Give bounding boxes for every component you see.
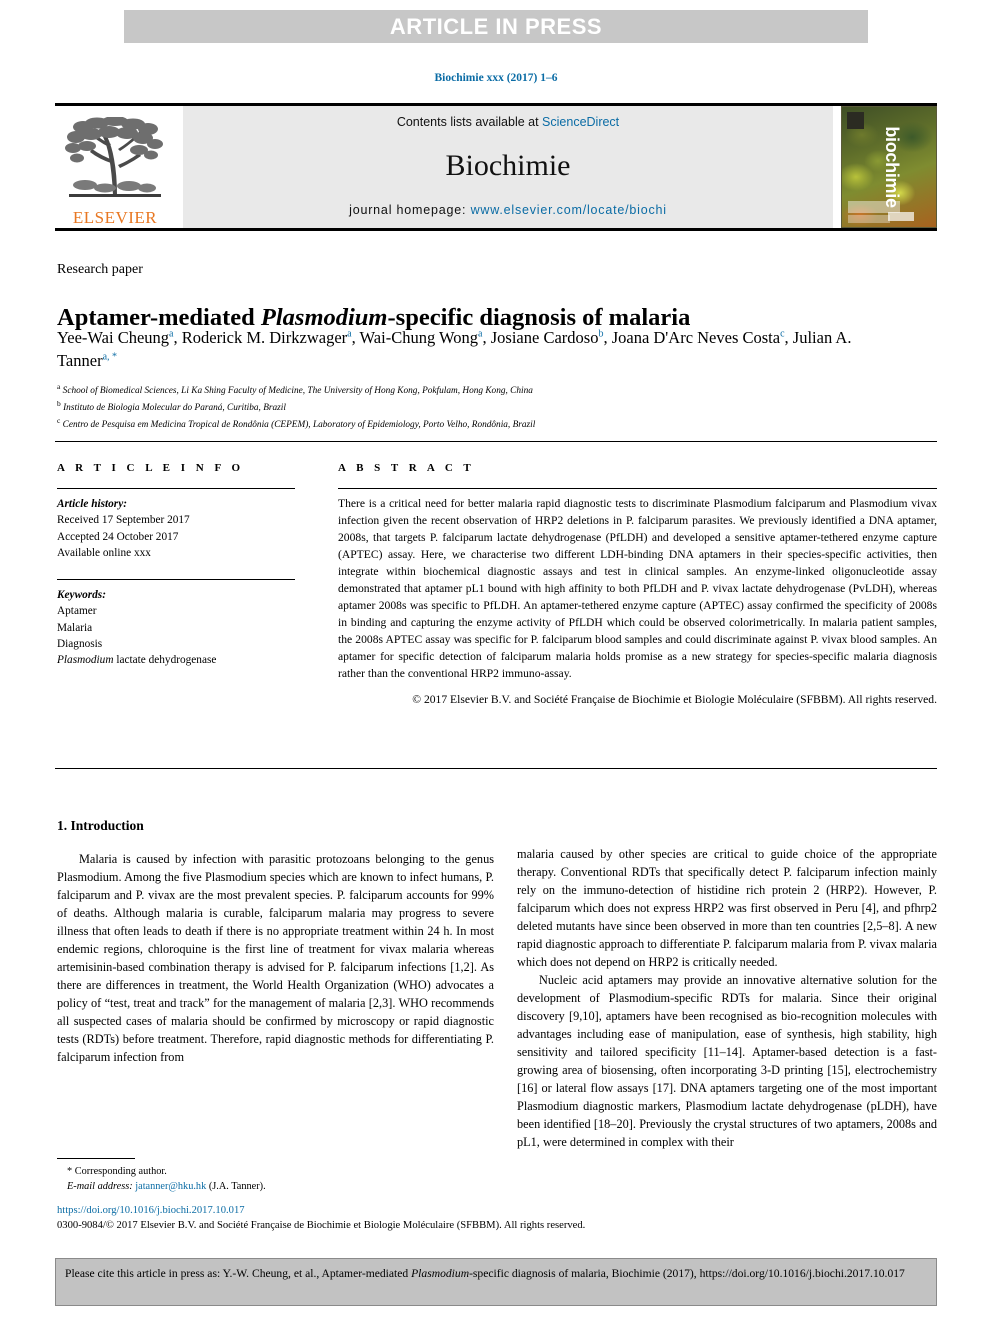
journal-homepage-link[interactable]: www.elsevier.com/locate/biochi: [471, 203, 667, 217]
section-heading-introduction: 1. Introduction: [57, 818, 144, 833]
keyword-rest: lactate dehydrogenase: [113, 654, 217, 667]
abstract-copyright: © 2017 Elsevier B.V. and Société Françai…: [412, 692, 937, 706]
elsevier-wordmark: ELSEVIER: [72, 208, 158, 227]
cite-text: Please cite this article in press as: Y.…: [65, 1266, 927, 1282]
article-history-label: Article history:: [57, 498, 127, 510]
article-info-column: A R T I C L E I N F O Article history: R…: [57, 462, 295, 668]
article-in-press-label: ARTICLE IN PRESS: [389, 13, 603, 39]
footnote-rule: [57, 1158, 135, 1159]
info-band-top-rule: [55, 441, 937, 442]
cover-blurb-line-2: [848, 215, 890, 223]
article-type-label: Research paper: [57, 262, 143, 277]
body-paragraph: Malaria is caused by infection with para…: [57, 852, 494, 1064]
author-email-link[interactable]: jatanner@hku.hk: [135, 1181, 206, 1192]
homepage-prefix: journal homepage:: [349, 203, 471, 217]
body-column-left: 1. Introduction Malaria is caused by inf…: [57, 818, 494, 1066]
affiliation-mark: c: [57, 416, 61, 426]
author-affiliation-mark[interactable]: a, *: [103, 351, 117, 362]
affiliation-item: b Instituto de Biologia Molecular do Par…: [57, 398, 917, 415]
email-label: E-mail address:: [67, 1181, 133, 1193]
article-in-press-banner: ARTICLE IN PRESS: [124, 10, 868, 43]
author-name: Wai-Chung Wong: [359, 328, 479, 347]
abstract-heading: A B S T R A C T: [338, 462, 475, 474]
history-available-online: Available online xxx: [57, 546, 151, 559]
author-sep: ,: [351, 328, 360, 347]
journal-title: Biochimie: [445, 149, 571, 182]
author-sep: ,: [173, 328, 182, 347]
cite-this-article-box: Please cite this article in press as: Y.…: [55, 1258, 937, 1306]
keyword-item: Diagnosis: [57, 637, 103, 650]
body-column-right: malaria caused by other species are crit…: [517, 845, 937, 1151]
author-entry: Yee-Wai Cheunga,: [57, 328, 182, 347]
author-name: Roderick M. Dirkzwager: [181, 328, 348, 347]
body-paragraph: Nucleic acid aptamers may provide an inn…: [517, 973, 937, 1149]
affiliation-mark: a: [57, 382, 61, 391]
article-info-rule: [57, 488, 295, 489]
author-entry: Wai-Chung Wonga,: [360, 328, 491, 347]
cover-publisher-logo-icon: [888, 212, 914, 221]
footer-doi-block: https://doi.org/10.1016/j.biochi.2017.10…: [57, 1203, 757, 1234]
author-sep: ,: [603, 328, 612, 347]
affiliation-text: School of Biomedical Sciences, Li Ka Shi…: [62, 386, 533, 397]
keywords-block: Keywords: Aptamer Malaria Diagnosis Plas…: [57, 587, 295, 668]
masthead-center: Contents lists available at ScienceDirec…: [183, 106, 833, 228]
corresponding-author-line: * Corresponding author.: [67, 1166, 167, 1177]
affiliation-mark: b: [57, 399, 61, 409]
running-head: Biochimie xxx (2017) 1–6: [434, 72, 558, 84]
author-entry: Joana D'Arc Neves Costac,: [612, 328, 793, 347]
author-name: Josiane Cardoso: [490, 328, 599, 347]
cover-corner-tag-icon: [847, 112, 864, 129]
keyword-item: Plasmodium lactate dehydrogenase: [57, 652, 295, 668]
author-list: Yee-Wai Cheunga, Roderick M. Dirkzwagera…: [57, 327, 857, 373]
abstract-column: A B S T R A C T There is a critical need…: [338, 462, 937, 709]
abstract-rule: [338, 488, 937, 489]
keyword-item: Aptamer: [57, 605, 97, 618]
info-band-bottom-rule: [55, 768, 937, 769]
journal-cover-thumbnail: biochimie: [841, 106, 937, 228]
affiliation-item: a School of Biomedical Sciences, Li Ka S…: [57, 381, 917, 398]
sciencedirect-link[interactable]: ScienceDirect: [542, 115, 619, 129]
journal-homepage-line: journal homepage: www.elsevier.com/locat…: [349, 203, 667, 217]
corresponding-author-footnote: * Corresponding author. E-mail address: …: [57, 1158, 494, 1195]
email-owner: (J.A. Tanner).: [208, 1181, 266, 1193]
keywords-label: Keywords:: [57, 589, 106, 602]
cite-part-1: Please cite this article in press as: Y.…: [65, 1267, 412, 1280]
author-sep: ,: [482, 328, 491, 347]
cite-species-italic: Plasmodium: [411, 1267, 470, 1280]
author-name: Joana D'Arc Neves Costa: [611, 328, 781, 347]
history-received: Received 17 September 2017: [57, 514, 190, 527]
issn-copyright-line: 0300-9084/© 2017 Elsevier B.V. and Socié…: [57, 1220, 586, 1232]
cover-journal-wordmark: biochimie: [881, 126, 902, 208]
elsevier-logo: ELSEVIER: [55, 106, 175, 228]
article-history-block: Article history: Received 17 September 2…: [57, 496, 295, 561]
keywords-rule: [57, 579, 295, 581]
author-entry: Roderick M. Dirkzwagera,: [182, 328, 360, 347]
masthead-bottom-rule: [55, 228, 937, 231]
affiliation-item: c Centro de Pesquisa em Medicina Tropica…: [57, 415, 917, 432]
author-sep: ,: [784, 328, 793, 347]
affiliation-text: Instituto de Biologia Molecular do Paran…: [63, 403, 286, 414]
email-line: E-mail address: jatanner@hku.hk (J.A. Ta…: [57, 1179, 494, 1194]
body-paragraph: malaria caused by other species are crit…: [517, 847, 937, 969]
contents-prefix: Contents lists available at: [396, 115, 543, 129]
affiliation-list: a School of Biomedical Sciences, Li Ka S…: [57, 381, 917, 433]
article-info-heading: A R T I C L E I N F O: [57, 462, 245, 474]
history-accepted: Accepted 24 October 2017: [57, 530, 179, 543]
doi-link[interactable]: https://doi.org/10.1016/j.biochi.2017.10…: [57, 1203, 757, 1218]
cite-part-2: -specific diagnosis of malaria, Biochimi…: [469, 1267, 905, 1280]
contents-list-line: Contents lists available at ScienceDirec…: [397, 115, 619, 129]
keyword-item: Malaria: [57, 621, 93, 634]
keyword-species-italic: Plasmodium: [57, 654, 114, 667]
affiliation-text: Centro de Pesquisa em Medicina Tropical …: [62, 420, 536, 431]
abstract-text: There is a critical need for better mala…: [338, 497, 937, 680]
elsevier-tree-icon: [63, 116, 167, 208]
journal-masthead: ELSEVIER Contents lists available at Sci…: [55, 103, 937, 231]
author-name: Yee-Wai Cheung: [57, 328, 170, 347]
author-entry: Josiane Cardosob,: [491, 328, 612, 347]
